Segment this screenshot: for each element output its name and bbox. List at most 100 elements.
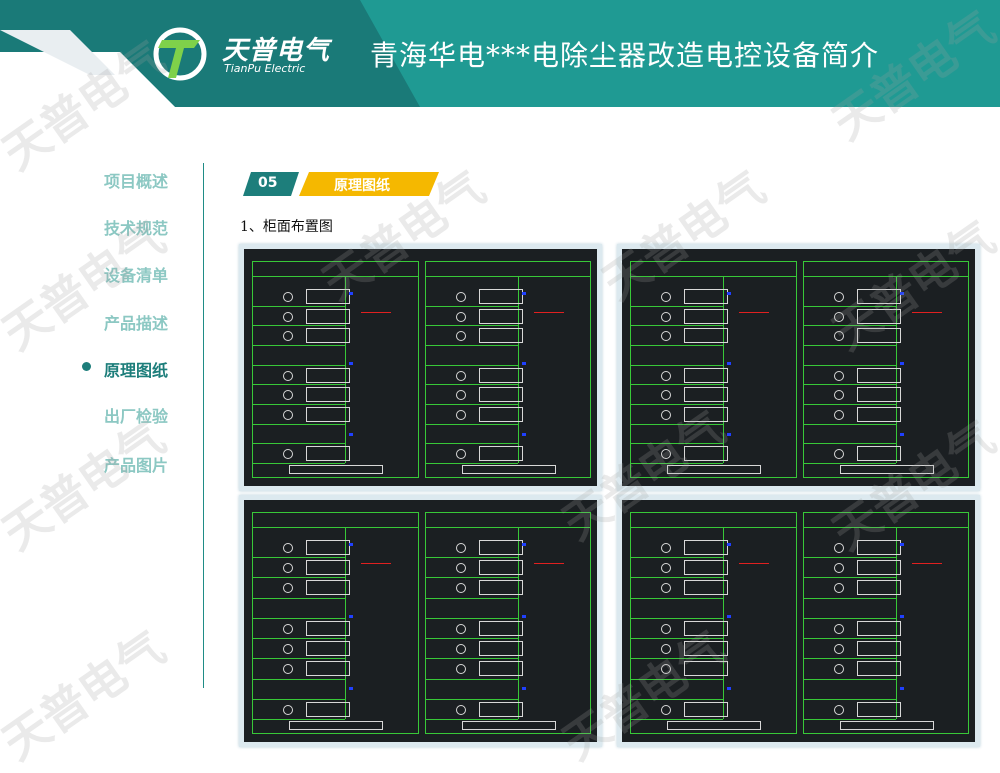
cabinet-row-line — [803, 345, 896, 346]
nav-item-equipment-list[interactable]: 设备清单 — [104, 262, 168, 286]
meter-panel-icon — [856, 328, 901, 344]
cabinet-row-line — [631, 719, 723, 720]
cabinet-row-line — [253, 698, 345, 700]
switch-knob-icon — [661, 331, 671, 342]
indicator-light-icon — [349, 615, 353, 618]
indicator-light-icon — [899, 433, 904, 436]
cabinet-row-line — [253, 638, 345, 640]
cabinet-row-line — [253, 557, 345, 559]
meter-panel-icon — [684, 641, 728, 657]
switch-knob-icon — [455, 543, 466, 553]
switch-knob-icon — [455, 410, 466, 420]
meter-panel-icon — [856, 701, 901, 717]
switch-knob-icon — [661, 292, 671, 302]
switch-knob-icon — [833, 623, 844, 634]
warning-marker-icon — [911, 296, 942, 313]
switch-knob-icon — [661, 644, 671, 655]
indicator-light-icon — [727, 292, 731, 295]
switch-knob-icon — [283, 311, 293, 322]
meter-panel-icon — [684, 446, 728, 462]
nav-item-schematics[interactable]: 原理图纸 — [104, 357, 168, 381]
meter-panel-icon — [684, 289, 728, 304]
cabinet-row-line — [803, 719, 896, 720]
page-title: 青海华电***电除尘器改造电控设备简介 — [370, 39, 880, 72]
meter-panel-icon — [684, 620, 728, 636]
meter-panel-icon — [856, 661, 901, 677]
cabinet-outline — [802, 512, 969, 734]
warning-marker-icon — [739, 296, 769, 313]
switch-knob-icon — [283, 449, 293, 460]
switch-knob-icon — [661, 704, 671, 715]
cabinet-row-line — [253, 719, 345, 720]
switch-knob-icon — [833, 583, 844, 594]
drawing-bottom-right[interactable] — [617, 495, 980, 747]
indicator-light-icon — [899, 362, 904, 365]
meter-panel-icon — [478, 641, 523, 657]
cabinet-row-line — [631, 557, 723, 559]
meter-panel-icon — [306, 540, 350, 555]
switch-knob-icon — [833, 292, 844, 302]
nav-item-product-photos[interactable]: 产品图片 — [104, 452, 168, 476]
meter-panel-icon — [478, 387, 523, 403]
meter-panel-icon — [684, 367, 728, 383]
nav-item-specs[interactable]: 技术规范 — [104, 215, 168, 239]
cabinet-row-line — [803, 658, 896, 660]
indicator-light-icon — [727, 687, 731, 690]
meter-panel-icon — [856, 308, 901, 324]
cabinet-footer-box — [461, 465, 556, 474]
meter-panel-icon — [306, 560, 350, 576]
meter-panel-icon — [856, 367, 901, 383]
warning-marker-icon — [739, 547, 769, 564]
meter-panel-icon — [478, 446, 523, 462]
cabinet-row-line — [425, 443, 518, 445]
indicator-light-icon — [349, 433, 353, 436]
cabinet-row-line — [803, 325, 896, 327]
cabinet-header — [253, 262, 418, 277]
cabinet-row-line — [425, 345, 518, 346]
drawing-bottom-left[interactable] — [239, 495, 602, 747]
nav-item-factory-test[interactable]: 出厂检验 — [104, 403, 168, 427]
cabinet-row-line — [803, 423, 896, 425]
meter-panel-icon — [306, 407, 350, 422]
switch-knob-icon — [833, 390, 844, 401]
cabinet-footer-box — [667, 721, 761, 730]
cabinet-row-line — [631, 658, 723, 660]
cabinet-row-line — [253, 617, 345, 619]
cabinet-row-line — [803, 463, 896, 464]
meter-panel-icon — [478, 308, 523, 324]
nav-item-product-desc[interactable]: 产品描述 — [104, 310, 168, 334]
meter-panel-icon — [478, 367, 523, 383]
switch-knob-icon — [833, 311, 844, 322]
cabinet-row-line — [631, 345, 723, 346]
cabinet-row-line — [253, 463, 345, 464]
switch-knob-icon — [661, 583, 671, 594]
cabinet-row-line — [631, 678, 723, 680]
drawing-top-left[interactable] — [239, 244, 602, 491]
meter-panel-icon — [306, 661, 350, 677]
cabinet-row-line — [803, 364, 896, 366]
cabinet-row-line — [631, 325, 723, 327]
drawing-top-right[interactable] — [617, 244, 980, 491]
cabinet-footer-box — [289, 721, 383, 730]
nav-item-overview[interactable]: 项目概述 — [104, 168, 168, 192]
switch-knob-icon — [833, 563, 844, 574]
cabinet-row-line — [425, 678, 518, 680]
meter-panel-icon — [856, 540, 901, 555]
cabinet-row-line — [803, 597, 896, 599]
meter-panel-icon — [478, 407, 523, 422]
cabinet-row-line — [253, 597, 345, 599]
switch-knob-icon — [283, 390, 293, 401]
cabinet-row-line — [803, 305, 896, 307]
switch-knob-icon — [833, 664, 844, 675]
cabinet-header — [253, 513, 418, 528]
cabinet-row-line — [425, 325, 518, 327]
meter-panel-icon — [306, 387, 350, 403]
sub-heading: 1、柜面布置图 — [240, 219, 333, 235]
switch-knob-icon — [661, 449, 671, 460]
meter-panel-icon — [306, 620, 350, 636]
indicator-light-icon — [727, 615, 731, 618]
cabinet-row-line — [253, 443, 345, 445]
cabinet-row-line — [631, 597, 723, 599]
switch-knob-icon — [455, 449, 466, 460]
cabinet-row-line — [803, 443, 896, 445]
